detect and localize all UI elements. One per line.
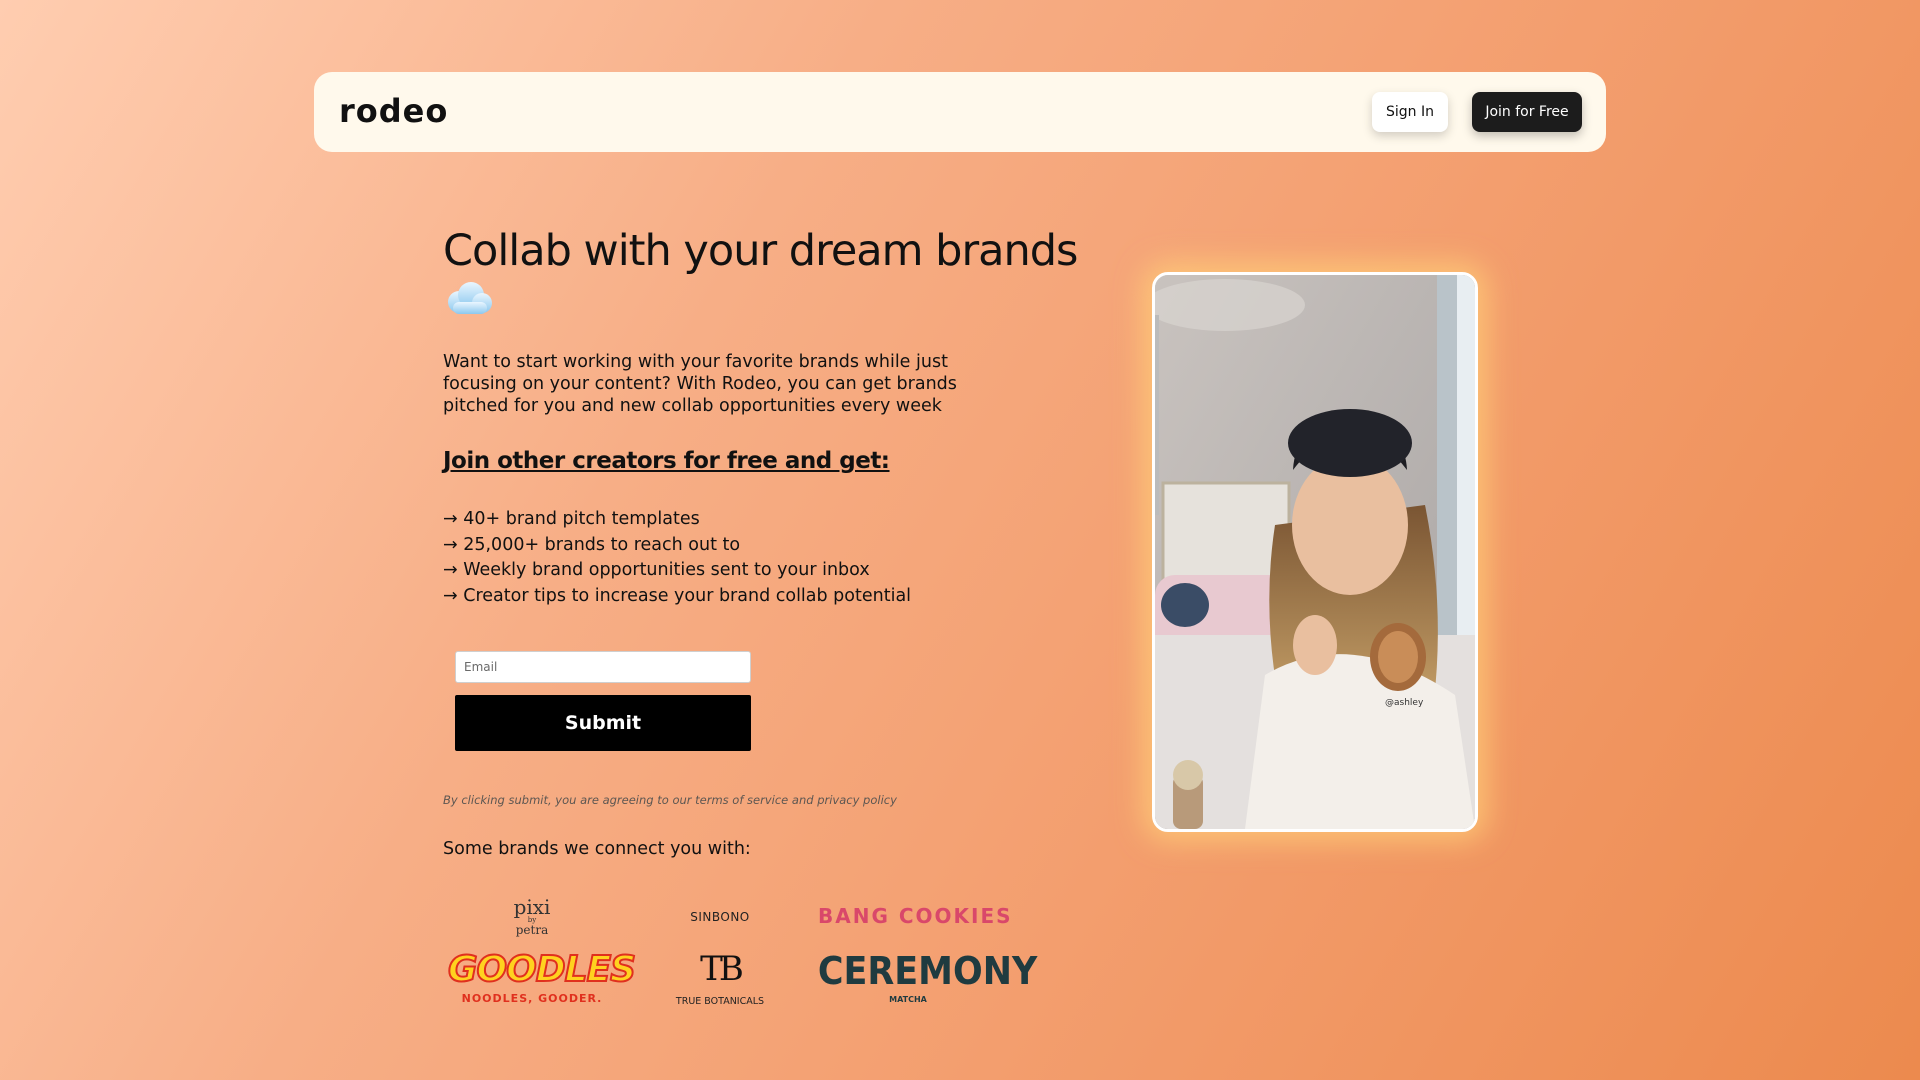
- benefits-list: → 40+ brand pitch templates → 25,000+ br…: [443, 507, 911, 609]
- cloud-icon: [448, 282, 492, 314]
- submit-button[interactable]: Submit: [455, 695, 751, 751]
- sign-in-button[interactable]: Sign In: [1372, 92, 1448, 132]
- join-for-free-button[interactable]: Join for Free: [1472, 92, 1582, 132]
- sinbono-logo: SINBONO: [690, 910, 750, 924]
- benefit-item: → Creator tips to increase your brand co…: [443, 585, 912, 606]
- benefit-item: → 40+ brand pitch templates: [443, 509, 700, 529]
- pixi-logo: pixi by petra: [513, 895, 551, 937]
- rodeo-logo[interactable]: rodeo: [339, 92, 448, 130]
- brands-heading: Some brands we connect you with:: [443, 839, 751, 859]
- hero-intro-text: Want to start working with your favorite…: [443, 352, 957, 416]
- terms-disclaimer: By clicking submit, you are agreeing to …: [443, 793, 897, 807]
- benefit-item: → 25,000+ brands to reach out to: [443, 534, 741, 555]
- goodles-logo: GOODLES NOODLES, GOODER.: [447, 949, 637, 1006]
- join-heading: Join other creators for free and get:: [443, 448, 890, 474]
- top-navbar: rodeo Sign In Join for Free: [314, 72, 1606, 152]
- bang-cookies-logo: BANG COOKIES: [818, 904, 1013, 928]
- true-botanicals-logo: TB TRUE BOTANICALS: [675, 949, 765, 1007]
- email-field[interactable]: [455, 651, 751, 683]
- video-watermark: @ashley: [1385, 698, 1424, 708]
- creator-video-thumbnail: @ashley: [1155, 275, 1475, 829]
- video-preview[interactable]: @ashley: [1152, 272, 1478, 832]
- ceremony-logo: CEREMONY MATCHA: [817, 949, 1038, 1004]
- benefit-item: → Weekly brand opportunities sent to you…: [443, 560, 870, 580]
- hero-title: Collab with your dream brands: [443, 226, 1078, 276]
